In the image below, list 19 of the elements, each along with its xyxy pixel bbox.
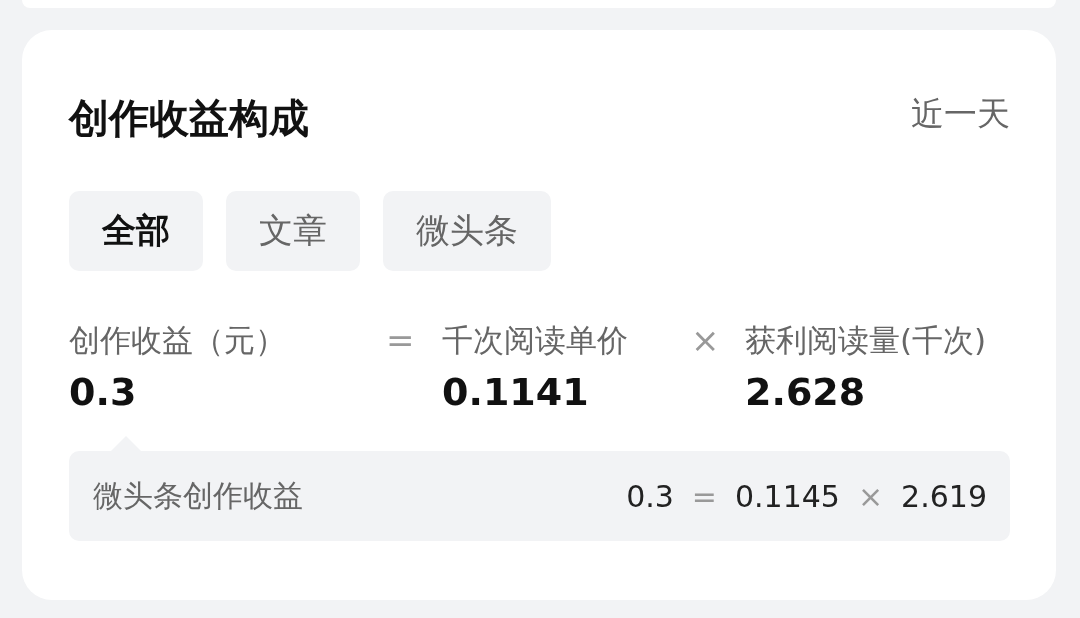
period-selector[interactable]: 近一天	[911, 91, 1010, 137]
filter-tab[interactable]: 微头条	[383, 191, 551, 271]
operator-symbol: ×	[857, 478, 884, 514]
metric-label: 千次阅读单价	[442, 321, 629, 360]
breakdown-value: 2.619	[901, 478, 987, 514]
operator-symbol: =	[385, 320, 416, 360]
section-title: 创作收益构成	[69, 94, 309, 143]
breakdown-value: 0.3	[626, 478, 674, 514]
breakdown-label: 微头条创作收益	[93, 476, 303, 515]
filter-tab[interactable]: 文章	[226, 191, 360, 271]
operator-symbol: =	[691, 478, 717, 514]
breakdown-value: 0.1145	[735, 478, 840, 514]
metric-value: 0.3	[69, 370, 138, 414]
metric-value: 0.1141	[442, 370, 590, 414]
metric-label: 创作收益（元）	[69, 321, 287, 360]
metric-label: 获利阅读量(千次)	[745, 321, 988, 360]
metric-value: 2.628	[745, 370, 867, 414]
filter-tab[interactable]: 全部	[69, 191, 203, 271]
operator-symbol: ×	[690, 320, 721, 360]
